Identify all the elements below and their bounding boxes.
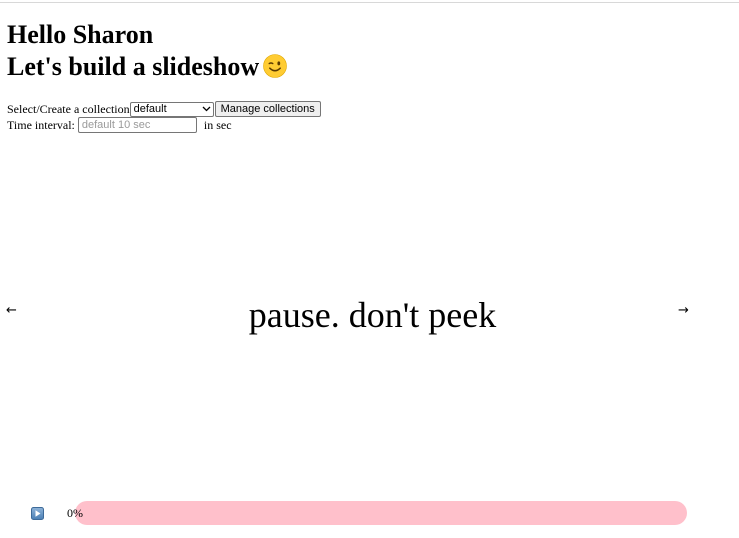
- next-slide-arrow[interactable]: →: [678, 303, 689, 319]
- greeting-heading: Hello Sharon: [7, 20, 154, 49]
- collection-select[interactable]: default: [129, 101, 214, 117]
- progress-bar: [75, 501, 687, 525]
- interval-input[interactable]: [77, 117, 197, 133]
- collection-label: Select/Create a collection: [7, 102, 130, 116]
- collection-row: Select/Create a collection default Manag…: [7, 101, 321, 117]
- play-icon[interactable]: [31, 507, 44, 520]
- slide-text: pause. don't peek: [248, 295, 497, 335]
- subtitle-text: Let's build a slideshow: [7, 52, 260, 81]
- progress-percent-label: 0%: [67, 506, 83, 520]
- interval-unit-label: in sec: [203, 118, 232, 132]
- interval-row: Time interval: in sec: [7, 117, 232, 133]
- winking-face-emoji-icon: [263, 54, 287, 78]
- chevron-down-icon: [202, 106, 211, 112]
- subtitle-heading: Let's build a slideshow: [7, 51, 287, 83]
- collection-select-value: default: [133, 103, 167, 115]
- manage-collections-button[interactable]: Manage collections: [214, 101, 321, 117]
- top-divider: [0, 2, 739, 3]
- interval-label: Time interval:: [7, 118, 75, 132]
